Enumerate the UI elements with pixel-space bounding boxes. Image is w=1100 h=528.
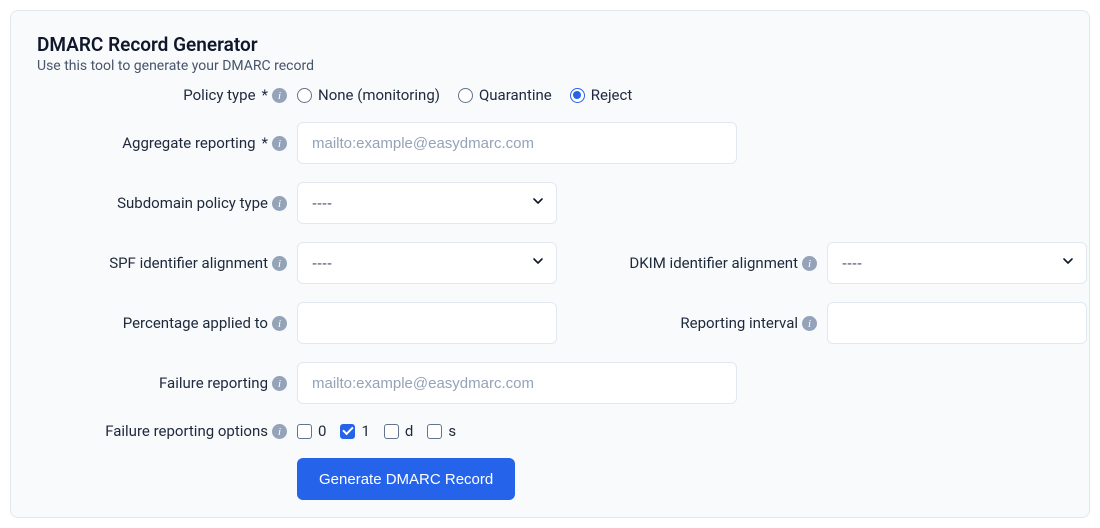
radio-icon <box>297 88 312 103</box>
failure-reporting-input[interactable] <box>297 362 737 404</box>
failure-option-s[interactable]: s <box>427 422 456 440</box>
radio-icon <box>458 88 473 103</box>
aggregate-reporting-input[interactable] <box>297 122 737 164</box>
info-icon[interactable]: i <box>802 256 817 271</box>
info-icon[interactable]: i <box>272 376 287 391</box>
checkbox-icon <box>297 424 312 439</box>
dmarc-generator-panel: DMARC Record Generator Use this tool to … <box>10 10 1090 518</box>
info-icon[interactable]: i <box>272 316 287 331</box>
radio-icon <box>570 88 585 103</box>
reporting-interval-label: Reporting interval i <box>557 314 827 332</box>
generate-button[interactable]: Generate DMARC Record <box>297 458 515 500</box>
checkbox-icon <box>384 424 399 439</box>
reporting-interval-input[interactable] <box>827 302 1087 344</box>
svg-text:i: i <box>278 426 281 438</box>
percentage-label: Percentage applied to i <box>37 314 297 332</box>
svg-text:i: i <box>278 318 281 330</box>
spf-alignment-select[interactable]: ---- <box>297 242 557 284</box>
info-icon[interactable]: i <box>802 316 817 331</box>
checkbox-icon <box>340 424 355 439</box>
info-icon[interactable]: i <box>272 256 287 271</box>
info-icon[interactable]: i <box>272 424 287 439</box>
subdomain-policy-label: Subdomain policy type i <box>37 194 297 212</box>
failure-option-d[interactable]: d <box>384 422 413 440</box>
policy-radio-none[interactable]: None (monitoring) <box>297 86 440 104</box>
dkim-alignment-select[interactable]: ---- <box>827 242 1087 284</box>
svg-text:i: i <box>808 258 811 270</box>
info-icon[interactable]: i <box>272 88 287 103</box>
svg-text:i: i <box>278 378 281 390</box>
failure-reporting-options-label: Failure reporting options i <box>37 422 297 440</box>
page-subtitle: Use this tool to generate your DMARC rec… <box>37 58 1063 74</box>
failure-option-1[interactable]: 1 <box>340 422 369 440</box>
subdomain-policy-select[interactable]: ---- <box>297 182 557 224</box>
info-icon[interactable]: i <box>272 196 287 211</box>
spf-alignment-label: SPF identifier alignment i <box>37 254 297 272</box>
percentage-input[interactable] <box>297 302 557 344</box>
aggregate-reporting-label: Aggregate reporting * i <box>37 134 297 152</box>
checkbox-icon <box>427 424 442 439</box>
svg-text:i: i <box>278 258 281 270</box>
failure-reporting-label: Failure reporting i <box>37 374 297 392</box>
page-title: DMARC Record Generator <box>37 33 1063 56</box>
failure-option-0[interactable]: 0 <box>297 422 326 440</box>
policy-type-label: Policy type * i <box>37 86 297 104</box>
svg-text:i: i <box>278 90 281 102</box>
svg-text:i: i <box>278 198 281 210</box>
policy-radio-reject[interactable]: Reject <box>570 86 633 104</box>
svg-text:i: i <box>808 318 811 330</box>
svg-text:i: i <box>278 138 281 150</box>
dkim-alignment-label: DKIM identifier alignment i <box>557 254 827 272</box>
info-icon[interactable]: i <box>272 136 287 151</box>
policy-radio-quarantine[interactable]: Quarantine <box>458 86 552 104</box>
form: Policy type * i None (monitoring) Quaran… <box>37 86 1063 500</box>
